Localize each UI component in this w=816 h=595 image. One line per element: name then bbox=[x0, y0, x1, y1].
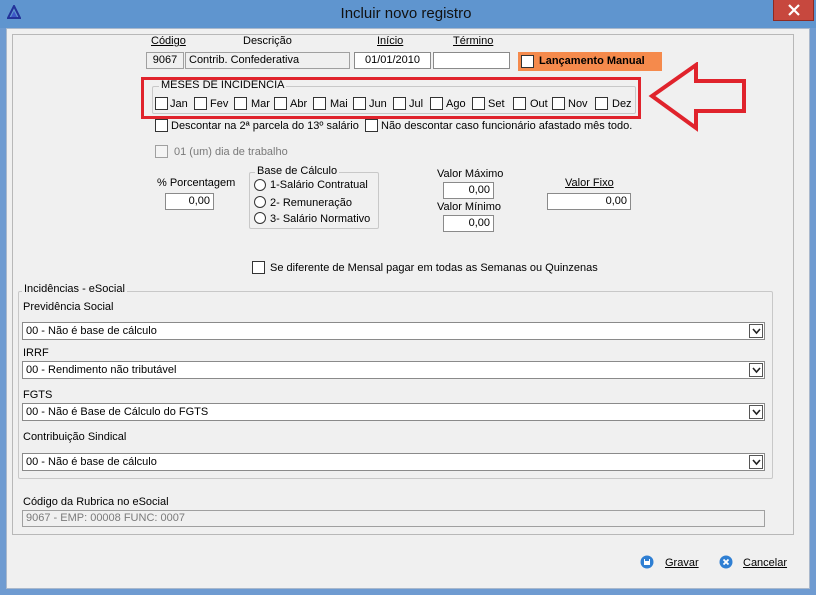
inicio-field[interactable]: 01/01/2010 bbox=[354, 52, 431, 69]
previdencia-value: 00 - Não é base de cálculo bbox=[26, 325, 157, 337]
base-calculo-option-3: 3- Salário Normativo bbox=[270, 213, 371, 225]
cancelar-button[interactable]: Cancelar bbox=[719, 554, 791, 572]
nao-descontar-afastado-checkbox[interactable] bbox=[365, 119, 378, 132]
cancelar-label: Cancelar bbox=[743, 557, 788, 569]
descricao-field[interactable]: Contrib. Confederativa bbox=[185, 52, 350, 69]
gravar-label: Gravar bbox=[665, 557, 699, 569]
valor-minimo-label: Valor Mínimo bbox=[437, 201, 501, 213]
porcentagem-label: % Porcentagem bbox=[157, 177, 236, 189]
termino-label: Término bbox=[453, 35, 494, 47]
semanas-quinzenas-label: Se diferente de Mensal pagar em todas as… bbox=[270, 262, 598, 274]
valor-maximo-label: Valor Máximo bbox=[437, 168, 504, 180]
codigo-label: Código bbox=[151, 35, 186, 47]
arrow-left-icon bbox=[648, 62, 746, 132]
inicio-label: Início bbox=[377, 35, 404, 47]
rubrica-field[interactable]: 9067 - EMP: 00008 FUNC: 0007 bbox=[22, 510, 765, 527]
codigo-field[interactable]: 9067 bbox=[146, 52, 184, 69]
lancamento-manual-label: Lançamento Manual bbox=[539, 55, 645, 67]
descricao-label: Descrição bbox=[243, 35, 292, 47]
irrf-select[interactable]: 00 - Rendimento não tributável bbox=[22, 361, 765, 379]
valor-fixo-label: Valor Fixo bbox=[565, 177, 614, 189]
valor-maximo-field[interactable]: 0,00 bbox=[443, 182, 494, 199]
esocial-group bbox=[18, 291, 773, 479]
chevron-down-icon[interactable] bbox=[749, 405, 763, 419]
fgts-select[interactable]: 00 - Não é Base de Cálculo do FGTS bbox=[22, 403, 765, 421]
save-icon bbox=[640, 555, 654, 569]
title-bar: Incluir novo registro bbox=[0, 0, 816, 28]
sindical-select[interactable]: 00 - Não é base de cálculo bbox=[22, 453, 765, 471]
base-calculo-option-2: 2- Remuneração bbox=[270, 197, 352, 209]
lancamento-manual-box[interactable]: Lançamento Manual bbox=[518, 52, 662, 71]
irrf-label: IRRF bbox=[23, 347, 49, 359]
irrf-value: 00 - Rendimento não tributável bbox=[26, 364, 177, 376]
close-icon bbox=[788, 4, 800, 16]
termino-field[interactable] bbox=[433, 52, 510, 69]
porcentagem-field[interactable]: 0,00 bbox=[165, 193, 214, 210]
gravar-button[interactable]: Gravar bbox=[640, 554, 702, 572]
sindical-value: 00 - Não é base de cálculo bbox=[26, 456, 157, 468]
previdencia-select[interactable]: 00 - Não é base de cálculo bbox=[22, 322, 765, 340]
base-calculo-radio-3[interactable] bbox=[254, 212, 266, 224]
base-calculo-radio-2[interactable] bbox=[254, 196, 266, 208]
rubrica-label: Código da Rubrica no eSocial bbox=[23, 496, 169, 508]
chevron-down-icon[interactable] bbox=[749, 324, 763, 338]
sindical-label: Contribuição Sindical bbox=[23, 431, 127, 443]
previdencia-label: Previdência Social bbox=[23, 301, 114, 313]
esocial-title: Incidências - eSocial bbox=[22, 283, 127, 295]
fgts-value: 00 - Não é Base de Cálculo do FGTS bbox=[26, 406, 209, 418]
base-calculo-title: Base de Cálculo bbox=[255, 165, 340, 177]
fgts-label: FGTS bbox=[23, 389, 53, 401]
window-title: Incluir novo registro bbox=[340, 5, 472, 22]
valor-minimo-field[interactable]: 0,00 bbox=[443, 215, 494, 232]
base-calculo-option-1: 1-Salário Contratual bbox=[270, 179, 368, 191]
descontar-2a-parcela-label: Descontar na 2ª parcela do 13º salário bbox=[171, 120, 359, 132]
valor-fixo-field[interactable]: 0,00 bbox=[547, 193, 631, 210]
um-dia-trabalho-checkbox[interactable] bbox=[155, 145, 168, 158]
cancel-icon bbox=[719, 555, 733, 569]
semanas-quinzenas-checkbox[interactable] bbox=[252, 261, 265, 274]
nao-descontar-afastado-label: Não descontar caso funcionário afastado … bbox=[381, 120, 633, 132]
descontar-2a-parcela-checkbox[interactable] bbox=[155, 119, 168, 132]
chevron-down-icon[interactable] bbox=[749, 455, 763, 469]
close-button[interactable] bbox=[773, 0, 814, 21]
base-calculo-radio-1[interactable] bbox=[254, 179, 266, 191]
um-dia-trabalho-label: 01 (um) dia de trabalho bbox=[174, 146, 288, 158]
lancamento-manual-checkbox[interactable] bbox=[521, 55, 534, 68]
chevron-down-icon[interactable] bbox=[749, 363, 763, 377]
highlight-box bbox=[141, 77, 641, 119]
